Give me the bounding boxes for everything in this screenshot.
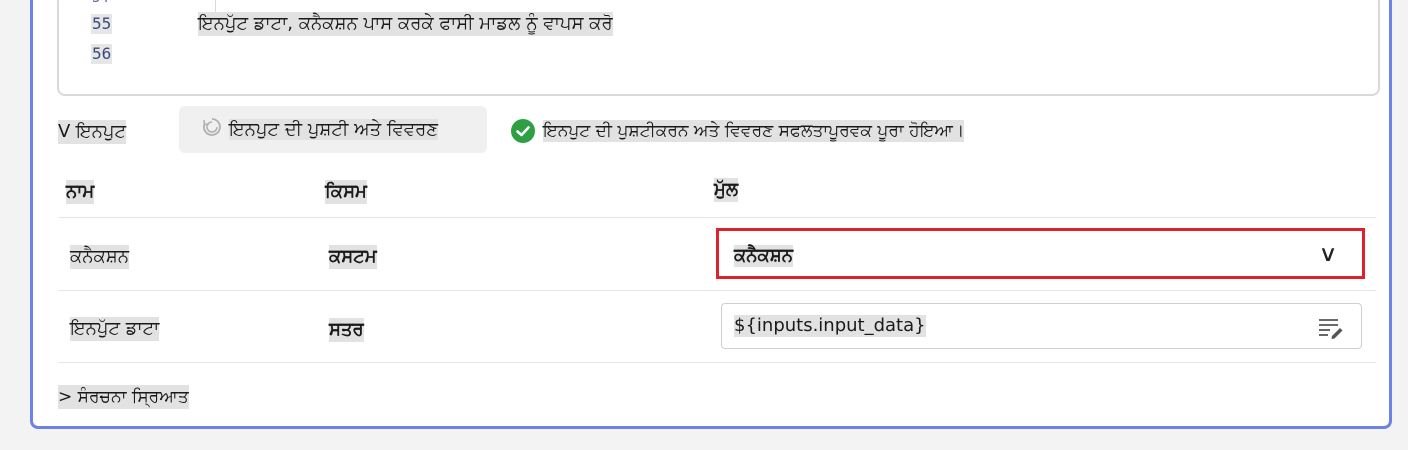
input-name-cell: ਕਨੈਕਸ਼ਨ bbox=[70, 245, 130, 269]
line-number: 56 bbox=[91, 44, 113, 64]
line-number: 54 bbox=[92, 0, 109, 6]
input-type-cell: ਸਤਰ bbox=[329, 318, 364, 342]
column-header-name: ਨਾਮ bbox=[66, 180, 95, 204]
table-divider bbox=[58, 290, 1376, 291]
table-divider bbox=[58, 362, 1376, 363]
table-divider bbox=[58, 217, 1376, 218]
input-data-value: ${inputs.input_data} bbox=[734, 315, 926, 337]
validate-button-label: ਇਨਪੁਟ ਦੀ ਪੁਸ਼ਟੀ ਅਤੇ ਵਿਵਰਣ bbox=[229, 119, 439, 140]
advanced-config-toggle[interactable]: > ਸੰਰਚਨਾ ਸ੍ਰਿਆਤ bbox=[58, 385, 189, 409]
column-header-value: ਮੁੱਲ bbox=[714, 178, 739, 202]
connection-select[interactable] bbox=[716, 228, 1365, 279]
line-number: 55 bbox=[91, 14, 113, 34]
input-type-cell: ਕਸਟਮ bbox=[329, 245, 377, 269]
check-circle-icon bbox=[511, 119, 535, 143]
chevron-down-icon[interactable]: ∨ bbox=[1318, 243, 1337, 267]
input-name-cell: ਇਨਪੁੱਟ ਡਾਟਾ bbox=[70, 317, 160, 341]
inputs-section-toggle[interactable]: V ਇਨਪੁਟ bbox=[58, 120, 127, 144]
validation-status-text: ਇਨਪੁਟ ਦੀ ਪੁਸ਼ਟੀਕਰਨ ਅਤੇ ਵਿਵਰਣ ਸਫਲਤਾਪੂਰਵਕ … bbox=[543, 120, 965, 142]
validate-parse-button[interactable]: ਇਨਪੁਟ ਦੀ ਪੁਸ਼ਟੀ ਅਤੇ ਵਿਵਰਣ bbox=[179, 106, 487, 153]
code-line-text[interactable]: ਇਨਪੁੱਟ ਡਾਟਾ, ਕਨੈਕਸ਼ਨ ਪਾਸ ਕਰਕੇ ਫਾਸੀ ਮਾਡਲ … bbox=[198, 12, 613, 36]
edit-icon[interactable] bbox=[1318, 317, 1344, 343]
refresh-icon bbox=[201, 116, 223, 143]
column-header-type: ਕਿਸਮ bbox=[325, 180, 367, 204]
connection-select-value: ਕਨੈਕਸ਼ਨ bbox=[734, 245, 794, 267]
